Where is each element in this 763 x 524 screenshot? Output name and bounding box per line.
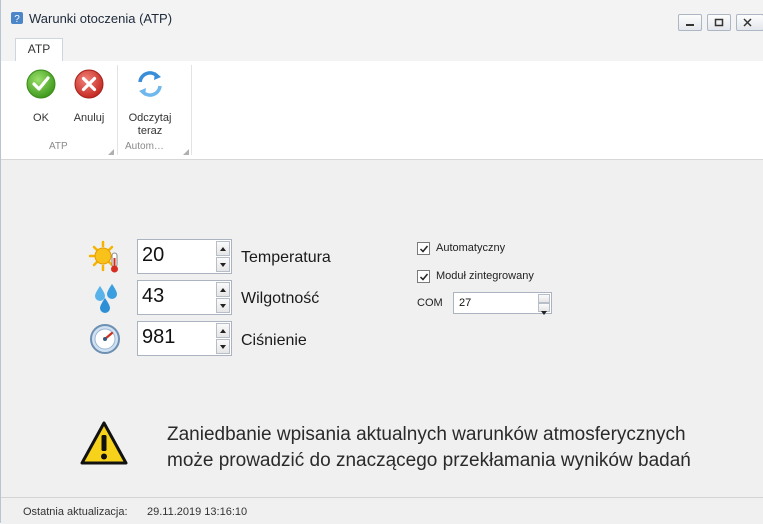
group-launcher-icon[interactable]	[183, 149, 189, 155]
tab-atp[interactable]: ATP	[15, 38, 63, 62]
svg-text:?: ?	[14, 14, 20, 25]
window-title: Warunki otoczenia (ATP)	[29, 11, 173, 26]
pressure-stepper[interactable]	[216, 323, 230, 354]
main-window: ? Warunki otoczenia (ATP) ATP OK Anuluj …	[0, 0, 763, 524]
warning-line-2: może prowadzić do znaczącego przekłamani…	[167, 450, 691, 471]
group-launcher-icon[interactable]	[108, 149, 114, 155]
ok-icon	[26, 69, 56, 99]
ribbon-tab-row: ATP	[1, 36, 763, 62]
spin-down-icon[interactable]	[216, 298, 230, 313]
warning-icon	[80, 421, 128, 465]
automatic-label: Automatyczny	[436, 242, 506, 254]
cancel-icon	[74, 69, 104, 99]
spin-down-icon[interactable]	[538, 303, 550, 315]
temperature-stepper[interactable]	[216, 241, 230, 272]
spin-up-icon[interactable]	[216, 323, 230, 338]
temperature-input[interactable]: 20	[137, 239, 232, 274]
refresh-icon	[138, 71, 162, 97]
com-port-input[interactable]: 27	[453, 292, 552, 315]
last-update-value: 29.11.2019 13:16:10	[147, 506, 248, 518]
read-now-button[interactable]: Odczytaj teraz	[119, 67, 181, 137]
checkmark-icon	[419, 273, 429, 281]
app-icon: ?	[11, 12, 23, 25]
group-label-autom: Autom…	[125, 141, 164, 152]
ribbon: OK Anuluj Odczytaj teraz ATP Autom…	[1, 61, 763, 160]
group-label-atp: ATP	[49, 141, 68, 152]
humidity-label: Wilgotność	[241, 290, 320, 307]
humidity-stepper[interactable]	[216, 282, 230, 313]
cancel-label: Anuluj	[73, 112, 105, 124]
water-drops-icon	[95, 284, 117, 313]
spin-down-icon[interactable]	[216, 257, 230, 272]
integrated-module-checkbox[interactable]	[417, 270, 430, 283]
close-icon	[743, 18, 752, 27]
warning-line-1: Zaniedbanie wpisania aktualnych warunków…	[167, 424, 686, 445]
cancel-button[interactable]: Anuluj	[67, 67, 111, 124]
automatic-checkbox[interactable]	[417, 242, 430, 255]
pressure-label: Ciśnienie	[241, 332, 307, 349]
group-separator	[117, 65, 118, 155]
temperature-value: 20	[142, 244, 165, 266]
integrated-module-label: Moduł zintegrowany	[436, 270, 534, 282]
spin-down-icon[interactable]	[216, 339, 230, 354]
temperature-sun-icon	[88, 240, 118, 273]
read-now-label-line2: teraz	[137, 125, 163, 137]
com-port-value: 27	[459, 297, 472, 309]
checkmark-icon	[419, 245, 429, 253]
minimize-icon	[686, 24, 694, 26]
ok-button[interactable]: OK	[19, 67, 63, 124]
pressure-gauge-icon	[90, 324, 120, 354]
pressure-input[interactable]: 981	[137, 321, 232, 356]
pressure-value: 981	[142, 326, 176, 348]
close-button[interactable]	[736, 14, 763, 31]
read-now-label-line1: Odczytaj	[128, 112, 172, 124]
status-bar: Ostatnia aktualizacja: 29.11.2019 13:16:…	[1, 497, 763, 524]
group-separator	[191, 65, 192, 155]
ok-label: OK	[33, 112, 49, 124]
com-port-stepper[interactable]	[538, 294, 550, 315]
spin-up-icon[interactable]	[216, 241, 230, 256]
humidity-value: 43	[142, 285, 165, 307]
maximize-button[interactable]	[707, 14, 731, 31]
maximize-icon	[714, 18, 724, 27]
last-update-label: Ostatnia aktualizacja:	[23, 506, 128, 518]
spin-up-icon[interactable]	[216, 282, 230, 297]
humidity-input[interactable]: 43	[137, 280, 232, 315]
title-bar: ? Warunki otoczenia (ATP)	[1, 0, 763, 37]
warning-message: Zaniedbanie wpisania aktualnych warunków…	[167, 422, 691, 474]
spin-up-icon[interactable]	[538, 294, 550, 307]
minimize-button[interactable]	[678, 14, 702, 31]
content-area: 20 Temperatura 43 Wilgotność 981 Ciśnien…	[1, 160, 763, 497]
temperature-label: Temperatura	[241, 249, 331, 266]
com-label: COM	[417, 297, 443, 309]
